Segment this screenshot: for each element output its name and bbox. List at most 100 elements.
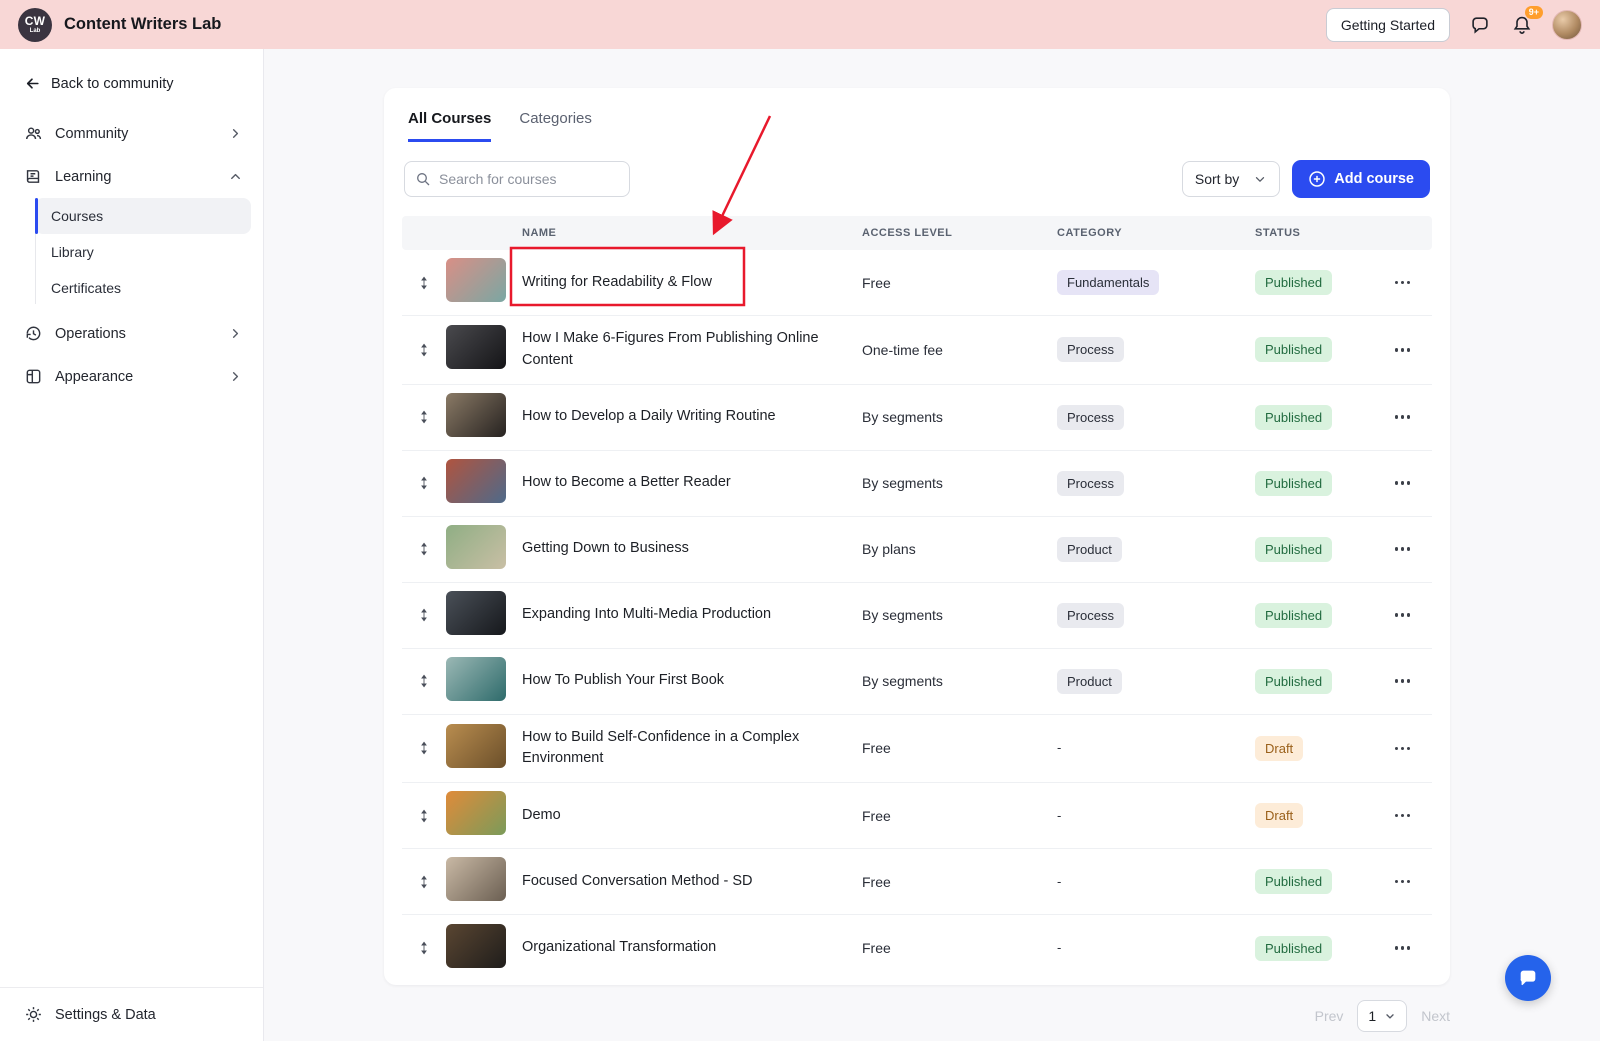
table-row[interactable]: Demo Free - Draft	[402, 783, 1432, 849]
avatar[interactable]	[1552, 10, 1582, 40]
row-menu-button[interactable]	[1373, 547, 1432, 551]
status-badge: Published	[1255, 471, 1332, 496]
col-category: CATEGORY	[1057, 227, 1255, 239]
sort-by-dropdown[interactable]: Sort by	[1182, 161, 1280, 197]
course-thumbnail	[446, 924, 506, 968]
course-name: Focused Conversation Method - SD	[522, 859, 862, 905]
table-row[interactable]: How to Build Self-Confidence in a Comple…	[402, 715, 1432, 784]
current-page: 1	[1368, 1008, 1376, 1024]
next-button[interactable]: Next	[1421, 1008, 1450, 1024]
category-badge: Process	[1057, 471, 1124, 496]
row-menu-button[interactable]	[1373, 613, 1432, 617]
drag-handle-icon[interactable]	[402, 410, 446, 424]
table-row[interactable]: How To Publish Your First Book By segmen…	[402, 649, 1432, 715]
back-to-community-link[interactable]: Back to community	[0, 49, 263, 112]
drag-handle-icon[interactable]	[402, 276, 446, 290]
drag-handle-icon[interactable]	[402, 674, 446, 688]
course-thumbnail	[446, 525, 506, 569]
sidebar-item-operations[interactable]: Operations	[0, 312, 263, 355]
chevron-right-icon	[228, 126, 243, 141]
sort-by-label: Sort by	[1195, 171, 1239, 187]
row-menu-button[interactable]	[1373, 281, 1432, 285]
sidebar-item-community[interactable]: Community	[0, 112, 263, 155]
drag-handle-icon[interactable]	[402, 741, 446, 755]
row-menu-button[interactable]	[1373, 814, 1432, 818]
course-thumbnail	[446, 459, 506, 503]
access-level: By segments	[862, 673, 1057, 689]
search-icon	[415, 171, 431, 187]
course-name: Demo	[522, 793, 862, 839]
status-badge: Published	[1255, 405, 1332, 430]
access-level: Free	[862, 275, 1057, 291]
table-row[interactable]: Organizational Transformation Free - Pub…	[402, 915, 1432, 981]
course-name: How to Build Self-Confidence in a Comple…	[522, 715, 862, 783]
table-row[interactable]: How I Make 6-Figures From Publishing Onl…	[402, 316, 1432, 385]
add-course-button[interactable]: Add course	[1292, 160, 1430, 198]
sidebar-item-certificates[interactable]: Certificates	[35, 270, 251, 306]
drag-handle-icon[interactable]	[402, 875, 446, 889]
row-menu-button[interactable]	[1373, 679, 1432, 683]
drag-handle-icon[interactable]	[402, 476, 446, 490]
row-menu-button[interactable]	[1373, 348, 1432, 352]
course-name: Getting Down to Business	[522, 526, 862, 572]
row-menu-button[interactable]	[1373, 747, 1432, 751]
row-menu-button[interactable]	[1373, 415, 1432, 419]
messages-icon[interactable]	[1468, 13, 1492, 37]
app-logo[interactable]: CW Lab	[18, 8, 52, 42]
row-menu-button[interactable]	[1373, 880, 1432, 884]
status-badge: Draft	[1255, 736, 1303, 761]
logo-sub-text: Lab	[30, 28, 41, 34]
drag-handle-icon[interactable]	[402, 608, 446, 622]
table-row[interactable]: How to Become a Better Reader By segment…	[402, 451, 1432, 517]
sidebar-item-appearance[interactable]: Appearance	[0, 355, 263, 398]
sidebar-item-learning[interactable]: Learning	[0, 155, 263, 198]
table-row[interactable]: Getting Down to Business By plans Produc…	[402, 517, 1432, 583]
course-thumbnail	[446, 393, 506, 437]
table-row[interactable]: How to Develop a Daily Writing Routine B…	[402, 385, 1432, 451]
sidebar-item-library[interactable]: Library	[35, 234, 251, 270]
sidebar-item-label: Operations	[55, 326, 126, 342]
sidebar-item-courses[interactable]: Courses	[35, 198, 251, 234]
chevron-down-icon	[1253, 172, 1267, 186]
tab-categories[interactable]: Categories	[519, 110, 592, 142]
category-badge: Process	[1057, 405, 1124, 430]
category-badge: Product	[1057, 669, 1122, 694]
chat-widget-button[interactable]	[1505, 955, 1551, 1001]
table-row[interactable]: Writing for Readability & Flow Free Fund…	[402, 250, 1432, 316]
category-badge: Product	[1057, 537, 1122, 562]
status-badge: Published	[1255, 270, 1332, 295]
drag-handle-icon[interactable]	[402, 809, 446, 823]
search-box	[404, 161, 630, 197]
settings-and-data-link[interactable]: Settings & Data	[0, 987, 263, 1041]
topbar-left: CW Lab Content Writers Lab	[18, 8, 221, 42]
table-row[interactable]: Expanding Into Multi-Media Production By…	[402, 583, 1432, 649]
settings-label: Settings & Data	[55, 1007, 156, 1023]
row-menu-button[interactable]	[1373, 481, 1432, 485]
courses-card: All Courses Categories Sort by Add cours…	[384, 88, 1450, 985]
toolbar: Sort by Add course	[384, 142, 1450, 198]
getting-started-button[interactable]: Getting Started	[1326, 8, 1450, 42]
col-name: NAME	[522, 227, 862, 239]
course-thumbnail	[446, 591, 506, 635]
prev-button[interactable]: Prev	[1315, 1008, 1344, 1024]
sidebar-item-label: Learning	[55, 169, 111, 185]
search-input[interactable]	[439, 171, 620, 187]
access-level: By segments	[862, 607, 1057, 623]
course-name: How to Become a Better Reader	[522, 460, 862, 506]
notifications-icon[interactable]: 9+	[1510, 13, 1534, 37]
chevron-right-icon	[228, 369, 243, 384]
drag-handle-icon[interactable]	[402, 941, 446, 955]
drag-handle-icon[interactable]	[402, 542, 446, 556]
course-thumbnail	[446, 724, 506, 768]
drag-handle-icon[interactable]	[402, 343, 446, 357]
main-content: All Courses Categories Sort by Add cours…	[264, 49, 1600, 1041]
gear-icon	[24, 1005, 43, 1024]
access-level: Free	[862, 740, 1057, 756]
category-badge: Fundamentals	[1057, 270, 1159, 295]
course-thumbnail	[446, 325, 506, 369]
table-row[interactable]: Focused Conversation Method - SD Free - …	[402, 849, 1432, 915]
row-menu-button[interactable]	[1373, 946, 1432, 950]
tab-all-courses[interactable]: All Courses	[408, 110, 491, 142]
page-select[interactable]: 1	[1357, 1000, 1407, 1032]
category-badge: -	[1057, 808, 1061, 823]
